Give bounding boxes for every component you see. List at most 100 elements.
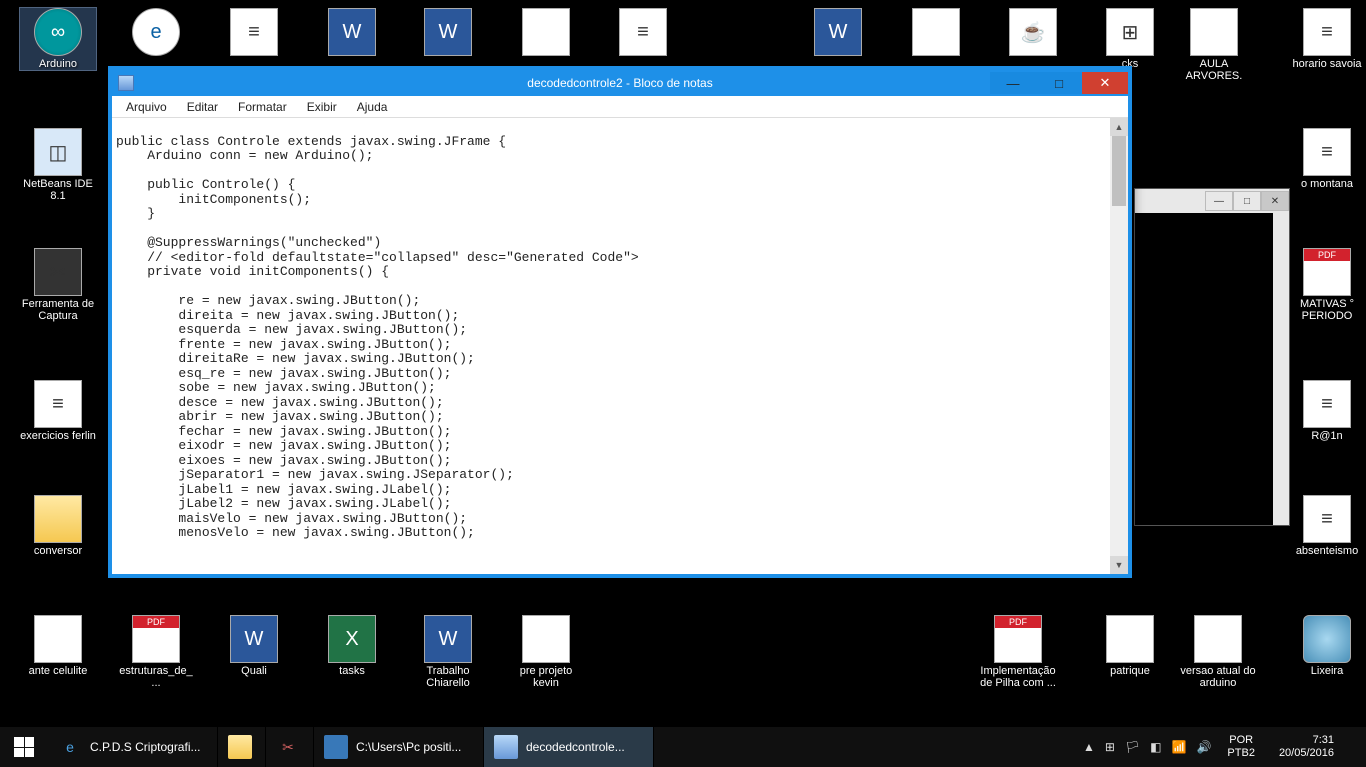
menu-item-editar[interactable]: Editar xyxy=(177,97,228,117)
desktop-icon[interactable]: W xyxy=(800,8,876,58)
notepad-window[interactable]: decodedcontrole2 - Bloco de notas — □ ✕ … xyxy=(108,66,1132,578)
menu-item-formatar[interactable]: Formatar xyxy=(228,97,297,117)
language-indicator[interactable]: POR PTB2 xyxy=(1221,734,1261,759)
bgwin-maximize-button[interactable]: □ xyxy=(1233,191,1261,211)
txt-icon: ≡ xyxy=(230,8,278,56)
taskbar-app-icon: e xyxy=(58,735,82,759)
taskbar-item-label: C.P.D.S Criptografi... xyxy=(90,740,200,754)
desktop-icon[interactable]: ☕ xyxy=(995,8,1071,58)
taskbar-item[interactable]: e C.P.D.S Criptografi... xyxy=(48,727,218,767)
desktop-icon[interactable]: WTrabalho Chiarello xyxy=(410,615,486,689)
taskbar-app-icon xyxy=(324,735,348,759)
taskbar-item[interactable]: C:\Users\Pc positi... xyxy=(314,727,484,767)
desktop-icon-label: R@1n xyxy=(1289,430,1365,442)
desktop-icon[interactable]: Lixeira xyxy=(1289,615,1365,677)
desktop-icon-label: o montana xyxy=(1289,178,1365,190)
desktop-icon[interactable]: W xyxy=(314,8,390,58)
desktop-icon-label: Quali xyxy=(216,665,292,677)
txt-icon xyxy=(1194,615,1242,663)
taskbar-item[interactable] xyxy=(218,727,266,767)
desktop[interactable]: ∞Arduinoe≡WW≡W☕⊞cksAULA ARVORES.≡horario… xyxy=(0,0,1366,767)
desktop-icon-label: Implementação de Pilha com ... xyxy=(980,665,1056,689)
desktop-icon[interactable]: versao atual do arduino xyxy=(1180,615,1256,689)
desktop-icon[interactable]: patrique xyxy=(1092,615,1168,677)
bgwin-close-button[interactable]: ✕ xyxy=(1261,191,1289,211)
desktop-icon-label: patrique xyxy=(1092,665,1168,677)
bgwin-titlebar[interactable]: — □ ✕ xyxy=(1135,189,1289,213)
desktop-icon[interactable]: e xyxy=(118,8,194,58)
taskbar-item[interactable]: decodedcontrole... xyxy=(484,727,654,767)
desktop-icon[interactable]: AULA ARVORES. xyxy=(1176,8,1252,82)
background-window[interactable]: — □ ✕ xyxy=(1134,188,1290,526)
tray-icon[interactable]: 🏳 xyxy=(1125,740,1140,754)
desktop-icon[interactable] xyxy=(508,8,584,58)
desktop-icon[interactable]: ≡ xyxy=(216,8,292,58)
desktop-icon[interactable]: ≡exercicios ferlin xyxy=(20,380,96,442)
taskbar-app-icon: ✂ xyxy=(276,735,300,759)
desktop-icon[interactable] xyxy=(898,8,974,58)
windows-logo-icon xyxy=(14,737,34,757)
desktop-icon[interactable]: ante celulite xyxy=(20,615,96,677)
taskbar: e C.P.D.S Criptografi... ✂ C:\Users\Pc posi… xyxy=(0,727,1366,767)
clock[interactable]: 7:31 20/05/2016 xyxy=(1271,734,1342,759)
notepad-titlebar[interactable]: decodedcontrole2 - Bloco de notas — □ ✕ xyxy=(112,70,1128,96)
desktop-icon[interactable]: ≡o montana xyxy=(1289,128,1365,190)
taskbar-item-label: C:\Users\Pc positi... xyxy=(356,740,461,754)
bgwin-minimize-button[interactable]: — xyxy=(1205,191,1233,211)
desktop-icon-label: exercicios ferlin xyxy=(20,430,96,442)
desktop-icon-label: horario savoia xyxy=(1289,58,1365,70)
word-icon: W xyxy=(424,8,472,56)
tray-icon[interactable]: 🔊 xyxy=(1196,740,1211,754)
desktop-icon-label: ante celulite xyxy=(20,665,96,677)
wlogo-icon: ⊞ xyxy=(1106,8,1154,56)
txt-icon: ≡ xyxy=(619,8,667,56)
pdf-icon xyxy=(1303,248,1351,296)
system-tray: ▲ ⊞ 🏳 ◧ 📶 🔊 POR PTB2 7:31 20/05/2016 xyxy=(1077,727,1366,767)
maximize-button[interactable]: □ xyxy=(1036,72,1082,94)
scroll-thumb[interactable] xyxy=(1112,136,1126,206)
notepad-textarea[interactable]: public class Controle extends javax.swin… xyxy=(112,118,1110,574)
tray-icon[interactable]: 📶 xyxy=(1172,740,1187,754)
notepad-scrollbar[interactable]: ▲ ▼ xyxy=(1110,118,1128,574)
desktop-icon[interactable]: pre projeto kevin xyxy=(508,615,584,689)
desktop-icon[interactable]: MATIVAS ° PERIODO xyxy=(1289,248,1365,322)
desktop-icon-label: MATIVAS ° PERIODO xyxy=(1289,298,1365,322)
desktop-icon[interactable]: ≡R@1n xyxy=(1289,380,1365,442)
menu-item-exibir[interactable]: Exibir xyxy=(297,97,347,117)
tray-icon[interactable]: ◧ xyxy=(1150,740,1161,754)
desktop-icon-label: NetBeans IDE 8.1 xyxy=(20,178,96,202)
close-button[interactable]: ✕ xyxy=(1082,72,1128,94)
desktop-icon[interactable]: ⊞cks xyxy=(1092,8,1168,70)
desktop-icon[interactable]: estruturas_de_... xyxy=(118,615,194,689)
desktop-icon-label: AULA ARVORES. xyxy=(1176,58,1252,82)
bgwin-scrollbar[interactable] xyxy=(1273,213,1289,525)
desktop-icon[interactable]: ✂Ferramenta de Captura xyxy=(20,248,96,322)
desktop-icon[interactable]: Xtasks xyxy=(314,615,390,677)
desktop-icon-label: Lixeira xyxy=(1289,665,1365,677)
taskbar-item[interactable]: ✂ xyxy=(266,727,314,767)
txt-icon xyxy=(1190,8,1238,56)
excel-icon: X xyxy=(328,615,376,663)
desktop-icon[interactable]: ◫NetBeans IDE 8.1 xyxy=(20,128,96,202)
tray-icon[interactable]: ▲ xyxy=(1083,740,1095,754)
desktop-icon[interactable]: ≡absenteismo xyxy=(1289,495,1365,557)
desktop-icon[interactable]: W xyxy=(410,8,486,58)
menu-item-ajuda[interactable]: Ajuda xyxy=(347,97,398,117)
desktop-icon[interactable]: ∞Arduino xyxy=(20,8,96,70)
desktop-icon[interactable]: WQuali xyxy=(216,615,292,677)
desktop-icon[interactable]: conversor xyxy=(20,495,96,557)
start-button[interactable] xyxy=(0,727,48,767)
word-icon: W xyxy=(328,8,376,56)
desktop-icon-label: pre projeto kevin xyxy=(508,665,584,689)
desktop-icon[interactable]: Implementação de Pilha com ... xyxy=(980,615,1056,689)
scroll-down-button[interactable]: ▼ xyxy=(1110,556,1128,574)
notepad-title: decodedcontrole2 - Bloco de notas xyxy=(112,76,1128,90)
desktop-icon[interactable]: ≡ xyxy=(605,8,681,58)
menu-item-arquivo[interactable]: Arquivo xyxy=(116,97,177,117)
taskbar-app-icon xyxy=(228,735,252,759)
ie-icon: e xyxy=(132,8,180,56)
scroll-up-button[interactable]: ▲ xyxy=(1110,118,1128,136)
tray-icon[interactable]: ⊞ xyxy=(1105,740,1115,754)
desktop-icon[interactable]: ≡horario savoia xyxy=(1289,8,1365,70)
minimize-button[interactable]: — xyxy=(990,72,1036,94)
